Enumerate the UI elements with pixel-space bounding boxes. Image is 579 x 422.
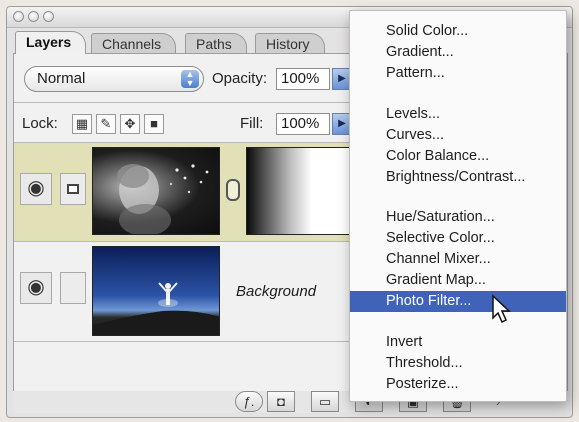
fill-input[interactable]: 100% bbox=[276, 113, 330, 135]
blend-mode-value: Normal bbox=[37, 70, 86, 87]
tab-paths[interactable]: Paths bbox=[185, 33, 247, 53]
brush-lock-icon[interactable]: ✎ bbox=[96, 114, 116, 134]
move-lock-icon[interactable]: ✥ bbox=[120, 114, 140, 134]
opacity-label: Opacity: bbox=[212, 70, 268, 87]
tab-layers[interactable]: Layers bbox=[15, 31, 87, 54]
lock-label: Lock: bbox=[22, 115, 58, 132]
eye-icon[interactable]: ◉ bbox=[20, 173, 52, 205]
menu-item-channel-mixer[interactable]: Channel Mixer... bbox=[350, 249, 566, 270]
menu-item-brightness-contrast[interactable]: Brightness/Contrast... bbox=[350, 167, 566, 188]
add-mask-icon[interactable]: ◘ bbox=[267, 391, 295, 412]
menu-item-threshold[interactable]: Threshold... bbox=[350, 353, 566, 374]
adjustment-mask-thumbnail[interactable] bbox=[246, 147, 356, 235]
new-group-icon[interactable]: ▭ bbox=[311, 391, 339, 412]
minimize-window-icon[interactable] bbox=[28, 11, 39, 22]
menu-item-solid-color[interactable]: Solid Color... bbox=[350, 21, 566, 42]
child-blowing-dandelion-image bbox=[117, 164, 209, 234]
layer-thumbnail[interactable] bbox=[92, 147, 220, 235]
opacity-input[interactable]: 100% bbox=[276, 68, 330, 90]
close-window-icon[interactable] bbox=[13, 11, 24, 22]
layer-mask-indicator[interactable] bbox=[60, 173, 86, 205]
link-cell[interactable] bbox=[60, 272, 86, 304]
layer-name[interactable]: Background bbox=[236, 283, 316, 300]
blend-mode-select[interactable]: Normal ▲ ▼ bbox=[24, 66, 204, 92]
select-stepper-icon: ▲ ▼ bbox=[181, 70, 199, 88]
menu-item-photo-filter[interactable]: Photo Filter... bbox=[350, 291, 566, 312]
fill-label: Fill: bbox=[240, 115, 264, 132]
menu-item-gradient-map[interactable]: Gradient Map... bbox=[350, 270, 566, 291]
menu-item-hue-saturation[interactable]: Hue/Saturation... bbox=[350, 207, 566, 228]
menu-item-curves[interactable]: Curves... bbox=[350, 125, 566, 146]
menu-item-color-balance[interactable]: Color Balance... bbox=[350, 146, 566, 167]
figure-on-hill-image bbox=[93, 282, 219, 335]
padlock-icon[interactable]: ■ bbox=[144, 114, 164, 134]
layer-thumbnail[interactable] bbox=[92, 246, 220, 336]
menu-item-levels[interactable]: Levels... bbox=[350, 104, 566, 125]
tab-channels[interactable]: Channels bbox=[91, 33, 177, 53]
tab-history[interactable]: History bbox=[255, 33, 325, 53]
palette-tabs: Layers Channels Paths History bbox=[15, 29, 355, 54]
menu-item-pattern[interactable]: Pattern... bbox=[350, 63, 566, 84]
menu-item-posterize[interactable]: Posterize... bbox=[350, 374, 566, 395]
menu-item-invert[interactable]: Invert bbox=[350, 332, 566, 353]
transparency-lock-icon[interactable]: ▦ bbox=[72, 114, 92, 134]
menu-item-selective-color[interactable]: Selective Color... bbox=[350, 228, 566, 249]
layer-style-icon[interactable]: ƒ. bbox=[235, 391, 263, 412]
eye-icon[interactable]: ◉ bbox=[20, 272, 52, 304]
chain-link-icon[interactable] bbox=[226, 179, 240, 201]
menu-item-gradient[interactable]: Gradient... bbox=[350, 42, 566, 63]
adjustment-layer-menu: Solid Color... Gradient... Pattern... Le… bbox=[349, 10, 567, 402]
zoom-window-icon[interactable] bbox=[43, 11, 54, 22]
mouse-pointer-icon bbox=[492, 294, 511, 324]
